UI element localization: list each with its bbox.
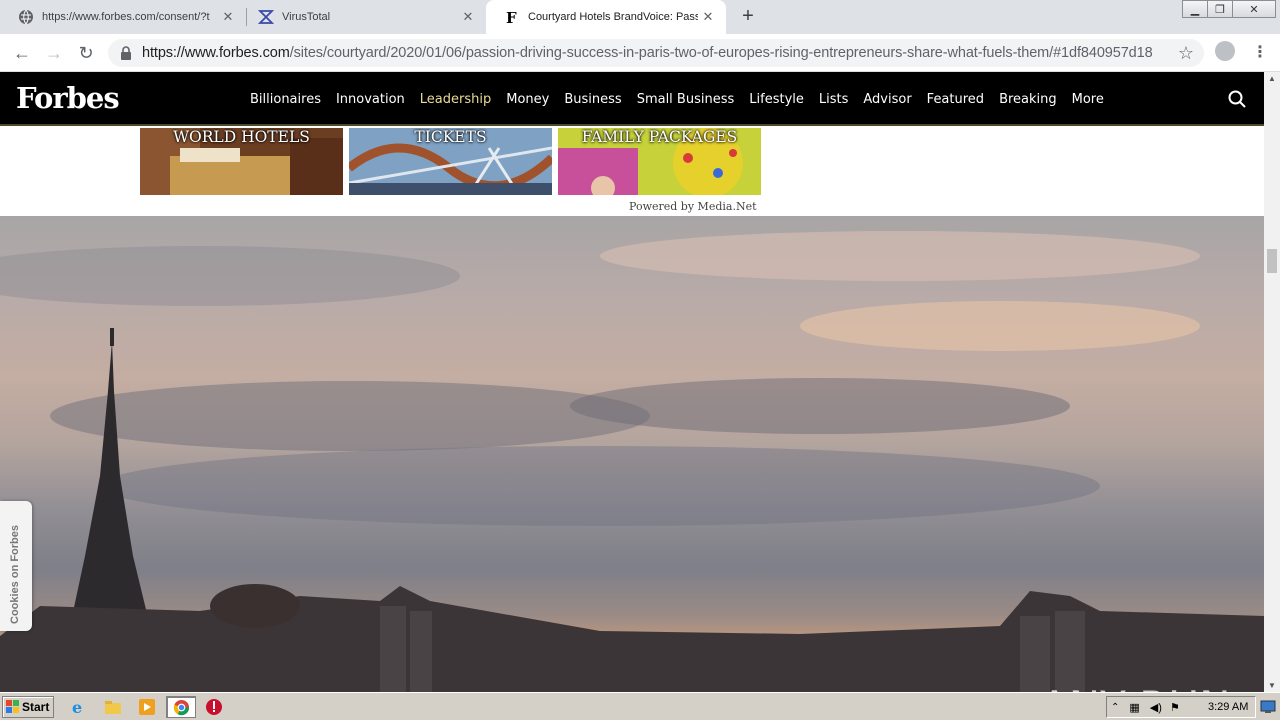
tab-title: VirusTotal: [282, 11, 331, 23]
svg-text:F: F: [506, 9, 517, 25]
menu-item-small-business[interactable]: Small Business: [637, 92, 735, 107]
reload-icon[interactable]: ↻: [75, 42, 97, 64]
ad-family-packages[interactable]: FAMILY PACKAGES: [558, 128, 761, 195]
show-desktop-icon[interactable]: [1260, 700, 1276, 714]
menu-item-innovation[interactable]: Innovation: [336, 92, 405, 107]
chrome-taskbar-button[interactable]: [166, 696, 196, 718]
ad-label: WORLD HOTELS: [173, 128, 310, 146]
svg-text:e: e: [72, 698, 82, 716]
forward-arrow-icon[interactable]: →: [43, 42, 65, 64]
folder-icon[interactable]: [104, 698, 122, 716]
forbes-menu: Billionaires Innovation Leadership Money…: [250, 72, 1119, 126]
menu-item-billionaires[interactable]: Billionaires: [250, 92, 321, 107]
restore-icon[interactable]: ❐: [1207, 0, 1233, 18]
powered-by-label[interactable]: Powered by Media.Net: [629, 200, 757, 213]
menu-item-featured[interactable]: Featured: [927, 92, 984, 107]
address-bar[interactable]: https://www.forbes.com/sites/courtyard/2…: [108, 39, 1204, 67]
menu-item-lists[interactable]: Lists: [819, 92, 849, 107]
ad-label: TICKETS: [414, 128, 487, 146]
close-window-icon[interactable]: ✕: [1232, 0, 1276, 18]
windows-logo-icon: [6, 700, 19, 713]
forbes-f-icon: F: [504, 9, 520, 25]
network-icon[interactable]: ▦: [1129, 701, 1139, 714]
tab-title: Courtyard Hotels BrandVoice: Passio: [528, 11, 698, 23]
forbes-navbar: Forbes Billionaires Innovation Leadershi…: [0, 72, 1264, 126]
tab-forbes-article[interactable]: F Courtyard Hotels BrandVoice: Passio ✕: [486, 0, 726, 34]
tab-title: https://www.forbes.com/consent/?t: [42, 11, 210, 23]
back-arrow-icon[interactable]: ←: [11, 42, 33, 64]
minimize-icon[interactable]: ▁: [1182, 0, 1208, 18]
watermark-text: ANY RUN: [1040, 682, 1231, 692]
close-tab-icon[interactable]: ✕: [700, 9, 716, 25]
tab-forbes-consent[interactable]: https://www.forbes.com/consent/?t ✕: [0, 0, 246, 34]
url-host: https://www.forbes.com: [142, 45, 290, 61]
url-text: https://www.forbes.com/sites/courtyard/2…: [142, 45, 1162, 61]
profile-avatar-icon[interactable]: [1215, 41, 1235, 61]
globe-icon: [18, 9, 34, 25]
new-tab-button[interactable]: +: [738, 6, 758, 27]
taskbar-clock[interactable]: 3:29 AM: [1208, 701, 1248, 713]
cookies-tab[interactable]: Cookies on Forbes: [0, 501, 32, 631]
flag-icon[interactable]: ⚑: [1170, 701, 1180, 714]
anyrun-watermark: ANY RUN: [1040, 682, 1231, 692]
tab-virustotal[interactable]: VirusTotal ✕: [240, 0, 486, 34]
tab-strip: https://www.forbes.com/consent/?t ✕ Viru…: [0, 0, 1280, 34]
lock-icon: [121, 46, 131, 60]
close-tab-icon[interactable]: ✕: [460, 9, 476, 25]
menu-item-leadership[interactable]: Leadership: [420, 92, 491, 107]
url-path: /sites/courtyard/2020/01/06/passion-driv…: [289, 45, 1153, 61]
menu-item-business[interactable]: Business: [564, 92, 621, 107]
paris-skyline-image: [0, 231, 1264, 692]
ad-world-hotels[interactable]: WORLD HOTELS: [140, 128, 343, 195]
vertical-scrollbar[interactable]: ▲ ▼: [1264, 72, 1280, 692]
menu-item-more[interactable]: More: [1072, 92, 1104, 107]
start-button[interactable]: Start: [2, 696, 54, 718]
menu-item-money[interactable]: Money: [506, 92, 549, 107]
scroll-down-icon[interactable]: ▼: [1268, 681, 1276, 690]
media-player-icon[interactable]: [138, 698, 156, 716]
cookies-tab-label: Cookies on Forbes: [9, 524, 21, 624]
start-label: Start: [22, 700, 50, 714]
page-viewport: Forbes Billionaires Innovation Leadershi…: [0, 72, 1264, 692]
forbes-logo[interactable]: Forbes: [16, 81, 120, 115]
browser-toolbar: ← → ↻ https://www.forbes.com/sites/court…: [0, 34, 1280, 72]
virustotal-icon: [258, 9, 274, 25]
tray-expand-icon[interactable]: ⌃: [1111, 702, 1119, 713]
menu-item-breaking[interactable]: Breaking: [999, 92, 1057, 107]
windows-taskbar: Start e ⌃ ▦ ◀) ⚑ 3:29 AM: [0, 692, 1280, 720]
ie-icon[interactable]: e: [70, 698, 88, 716]
search-icon[interactable]: [1228, 90, 1246, 108]
stop-sign-icon[interactable]: [205, 698, 223, 716]
ad-tickets[interactable]: TICKETS: [349, 128, 552, 195]
scroll-thumb[interactable]: [1267, 249, 1277, 273]
window-controls: ▁ ❐ ✕: [1182, 0, 1276, 18]
scroll-up-icon[interactable]: ▲: [1268, 74, 1276, 83]
ad-label: FAMILY PACKAGES: [581, 128, 738, 146]
menu-item-advisor[interactable]: Advisor: [863, 92, 911, 107]
volume-icon[interactable]: ◀): [1150, 701, 1162, 714]
menu-item-lifestyle[interactable]: Lifestyle: [749, 92, 804, 107]
menu-kebab-icon[interactable]: ⋮: [1252, 42, 1268, 62]
bookmark-star-icon[interactable]: ☆: [1178, 43, 1194, 64]
close-tab-icon[interactable]: ✕: [220, 9, 236, 25]
hero-image-paris: [0, 216, 1264, 692]
chrome-icon: [173, 699, 190, 716]
